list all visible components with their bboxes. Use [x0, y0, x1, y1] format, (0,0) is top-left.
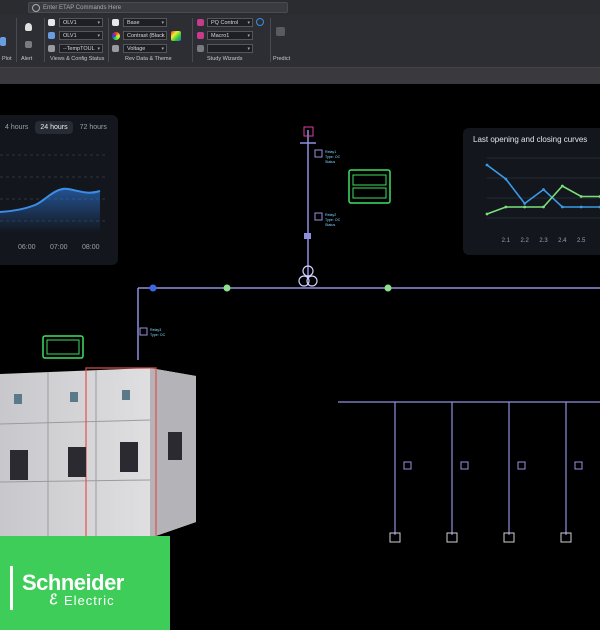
curve-point — [542, 205, 545, 209]
brand-logo: Schneider ℰ Electric — [0, 536, 170, 630]
relay-2-note: Relay2 — [325, 213, 336, 217]
breaker-panel-4 — [168, 432, 182, 460]
logo-divider — [10, 566, 13, 610]
switchgear-image — [0, 367, 196, 541]
brand-mark-icon: ℰ — [49, 591, 58, 607]
curve-point — [504, 205, 508, 209]
relay-left-note: Relay3 — [150, 328, 161, 332]
device-box-right[interactable] — [348, 169, 391, 204]
feeder-2-relay[interactable] — [460, 461, 469, 470]
relay-1[interactable] — [314, 149, 323, 158]
breaker-panel-1 — [10, 450, 28, 480]
curves-panel: Last opening and closing curves 2.1 2.2 2.… — [463, 128, 600, 255]
trend-x-tick: 07:00 — [50, 244, 68, 251]
curve-series-1 — [486, 164, 600, 208]
breaker-panel-2 — [68, 447, 86, 477]
curve-point — [504, 177, 508, 181]
trend-chart: 06:00 07:00 08:00 — [0, 154, 105, 251]
curve-point — [579, 205, 583, 209]
meter-display — [14, 394, 22, 404]
curve-point — [560, 184, 564, 188]
device-box-left[interactable] — [42, 335, 84, 359]
curve-point — [579, 195, 583, 198]
curves-x-tick: 2.1 — [502, 238, 511, 244]
relay-left[interactable] — [139, 327, 148, 336]
curves-x-tick: 2.2 — [520, 238, 529, 244]
curve-point — [542, 188, 545, 191]
curves-x-tick: 2.4 — [558, 238, 567, 244]
relay-2-note: Type: OC — [325, 218, 341, 222]
relay-left-note: Type: OC — [150, 333, 166, 337]
trend-x-tick: 08:00 — [82, 244, 100, 251]
relay-2[interactable] — [314, 212, 323, 221]
bus-node-left[interactable] — [149, 284, 157, 292]
curve-point — [523, 202, 527, 205]
feeder-1-relay[interactable] — [403, 461, 412, 470]
bus-node-1[interactable] — [223, 284, 231, 292]
relay-2-note: Status — [325, 223, 335, 227]
breaker-incoming[interactable] — [304, 233, 311, 239]
breaker-panel-3 — [120, 442, 138, 472]
curves-chart: 2.1 2.2 2.3 2.4 2.5 — [485, 157, 600, 244]
feeder-4-relay[interactable] — [574, 461, 583, 470]
meter-display — [122, 390, 130, 400]
relay-1-note: Type: OC — [325, 155, 341, 159]
curve-point — [485, 163, 489, 167]
bus-node-2[interactable] — [384, 284, 392, 292]
curve-point — [523, 205, 527, 209]
meter-display — [70, 392, 78, 402]
trend-panel: 4 hours 24 hours 72 hours 06:00 07:00 08… — [0, 115, 118, 265]
curves-x-tick: 2.5 — [577, 238, 586, 244]
curve-point — [560, 205, 564, 209]
curve-point — [485, 212, 489, 216]
relay-1-note: Status — [325, 160, 335, 164]
feeder-3-relay[interactable] — [517, 461, 526, 470]
brand-sub: Electric — [64, 593, 115, 608]
relay-1-note: Relay1 — [325, 150, 336, 154]
trend-x-tick: 06:00 — [18, 244, 36, 251]
curves-x-tick: 2.3 — [539, 238, 548, 244]
